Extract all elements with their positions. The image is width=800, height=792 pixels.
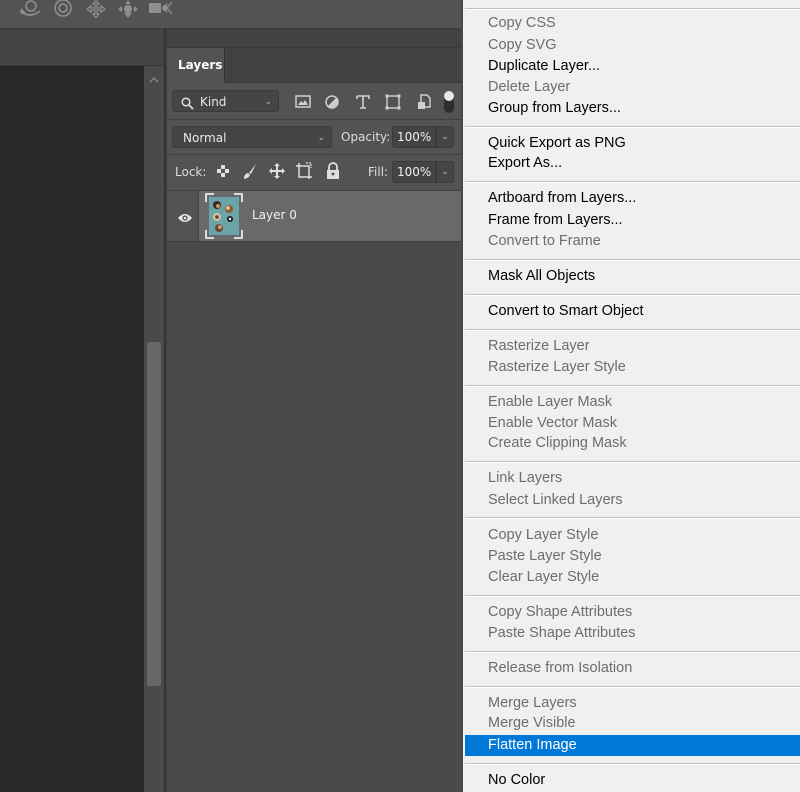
filter-toggle-icon[interactable]	[443, 89, 455, 115]
search-icon	[181, 95, 194, 117]
menu-separator	[465, 259, 800, 261]
menu-item-link-layers[interactable]: Link Layers	[463, 468, 800, 489]
menu-separator	[465, 686, 800, 688]
blend-row: Normal ⌄ Opacity: 100% ⌄	[167, 120, 462, 155]
menu-item-release-from-isolation[interactable]: Release from Isolation	[463, 658, 800, 679]
smart-object-filter-icon[interactable]	[415, 93, 433, 111]
scroll-up-arrow-icon[interactable]	[148, 70, 160, 83]
lock-label: Lock:	[175, 165, 207, 179]
adjustment-layer-filter-icon[interactable]	[323, 93, 341, 111]
layer-row[interactable]: Layer 0	[167, 191, 462, 242]
menu-item-enable-layer-mask[interactable]: Enable Layer Mask	[463, 392, 800, 413]
lock-image-pixels-icon[interactable]	[241, 162, 259, 180]
menu-item-frame-from-layers[interactable]: Frame from Layers...	[463, 210, 800, 231]
fill-label: Fill:	[368, 165, 389, 179]
menu-item-copy-layer-style[interactable]: Copy Layer Style	[463, 525, 800, 546]
menu-separator	[465, 294, 800, 296]
document-tab-bar	[0, 29, 165, 66]
menu-separator	[465, 126, 800, 128]
tab-layers-label: Layers	[178, 58, 223, 72]
menu-item-rasterize-layer[interactable]: Rasterize Layer	[463, 336, 800, 357]
menu-separator	[465, 651, 800, 653]
fill-dropdown-button[interactable]: ⌄	[436, 161, 454, 183]
menu-separator	[465, 517, 800, 519]
opacity-input[interactable]: 100%	[392, 126, 436, 148]
layers-panel: Layers Kind ⌄ Normal ⌄ Opacity: 100% ⌄ L…	[167, 29, 462, 792]
menu-item-copy-shape-attributes[interactable]: Copy Shape Attributes	[463, 602, 800, 623]
menu-separator	[465, 595, 800, 597]
roll-3d-icon[interactable]	[50, 0, 76, 18]
pixel-layer-filter-icon[interactable]	[294, 93, 312, 111]
panel-tab-row: Layers	[167, 48, 462, 83]
menu-item-delete-layer[interactable]: Delete Layer	[463, 77, 800, 98]
menu-item-merge-visible[interactable]: Merge Visible	[463, 713, 800, 734]
menu-item-rasterize-layer-style[interactable]: Rasterize Layer Style	[463, 357, 800, 378]
chevron-down-icon: ⌄	[264, 97, 272, 107]
scale-3d-video-icon[interactable]	[147, 0, 173, 18]
chevron-down-icon: ⌄	[441, 167, 449, 177]
shape-layer-filter-icon[interactable]	[384, 93, 402, 111]
opacity-dropdown-button[interactable]: ⌄	[436, 126, 454, 148]
menu-item-no-color[interactable]: No Color	[463, 770, 800, 791]
menu-item-convert-to-smart-object[interactable]: Convert to Smart Object	[463, 301, 800, 322]
menu-separator	[465, 181, 800, 183]
chevron-down-icon: ⌄	[441, 132, 449, 142]
fill-input[interactable]: 100%	[392, 161, 436, 183]
menu-item-enable-vector-mask[interactable]: Enable Vector Mask	[463, 413, 800, 434]
filter-kind-label: Kind	[200, 95, 227, 109]
eye-icon	[177, 209, 193, 228]
layer-name[interactable]: Layer 0	[252, 208, 297, 222]
lock-position-icon[interactable]	[268, 162, 286, 180]
menu-item-create-clipping-mask[interactable]: Create Clipping Mask	[463, 433, 800, 454]
panel-header	[167, 29, 462, 48]
type-layer-filter-icon[interactable]	[354, 93, 372, 111]
tab-layers[interactable]: Layers	[167, 48, 225, 83]
lock-transparent-pixels-icon[interactable]	[214, 162, 232, 180]
menu-separator	[465, 461, 800, 463]
visibility-toggle[interactable]	[167, 191, 199, 241]
opacity-label: Opacity:	[341, 130, 391, 144]
document-canvas[interactable]	[0, 66, 144, 792]
menu-item-export-as[interactable]: Export As...	[463, 153, 800, 174]
lock-artboard-icon[interactable]	[295, 162, 313, 180]
blend-mode-dropdown[interactable]: Normal ⌄	[172, 126, 332, 148]
menu-item-mask-all-objects[interactable]: Mask All Objects	[463, 266, 800, 287]
lock-all-icon[interactable]	[324, 162, 342, 180]
menu-item-paste-layer-style[interactable]: Paste Layer Style	[463, 546, 800, 567]
menu-item-quick-export-png[interactable]: Quick Export as PNG	[463, 133, 800, 154]
menu-item-artboard-from-layers[interactable]: Artboard from Layers...	[463, 188, 800, 209]
menu-separator	[465, 8, 800, 10]
menu-item-flatten-image[interactable]: Flatten Image	[465, 735, 800, 756]
menu-item-copy-svg[interactable]: Copy SVG	[463, 35, 800, 56]
menu-item-convert-to-frame[interactable]: Convert to Frame	[463, 231, 800, 252]
slide-3d-icon[interactable]	[115, 0, 141, 18]
orbit-3d-icon[interactable]	[17, 0, 43, 18]
menu-separator	[465, 385, 800, 387]
layer-thumbnail[interactable]	[205, 193, 243, 239]
filter-row: Kind ⌄	[167, 83, 462, 120]
blend-mode-value: Normal	[183, 131, 227, 145]
layer-context-menu: Copy CSS Copy SVG Duplicate Layer... Del…	[461, 0, 800, 792]
menu-item-select-linked-layers[interactable]: Select Linked Layers	[463, 490, 800, 511]
drag-3d-icon[interactable]	[83, 0, 109, 18]
menu-item-paste-shape-attributes[interactable]: Paste Shape Attributes	[463, 623, 800, 644]
chevron-down-icon: ⌄	[317, 133, 325, 143]
menu-item-clear-layer-style[interactable]: Clear Layer Style	[463, 567, 800, 588]
menu-separator	[465, 329, 800, 331]
scrollbar-thumb[interactable]	[147, 342, 161, 686]
menu-item-merge-layers[interactable]: Merge Layers	[463, 693, 800, 714]
filter-kind-dropdown[interactable]: Kind ⌄	[172, 90, 279, 112]
menu-item-group-from-layers[interactable]: Group from Layers...	[463, 98, 800, 119]
menu-item-copy-css[interactable]: Copy CSS	[463, 13, 800, 34]
menu-separator	[465, 763, 800, 765]
canvas-vertical-scrollbar[interactable]	[144, 66, 164, 792]
lock-row: Lock: Fill: 100% ⌄	[167, 155, 462, 191]
menu-item-duplicate-layer[interactable]: Duplicate Layer...	[463, 56, 800, 77]
